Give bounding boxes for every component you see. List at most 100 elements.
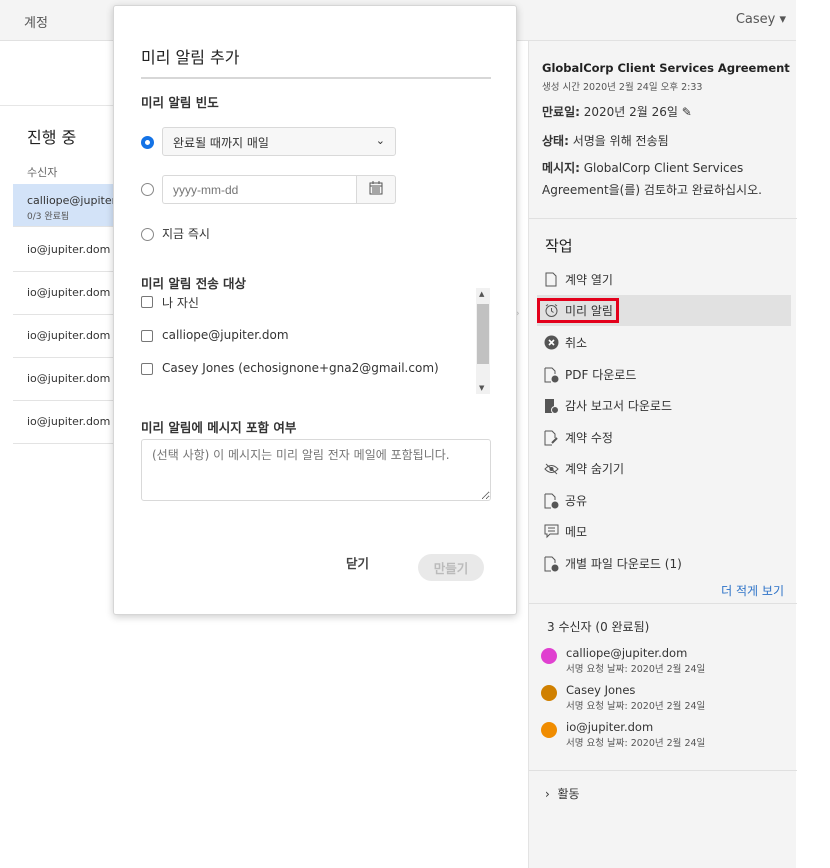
avatar xyxy=(541,685,557,701)
checkbox-self[interactable] xyxy=(141,296,153,308)
pencil-icon[interactable]: ✎ xyxy=(682,105,692,119)
scroll-up-icon[interactable]: ▲ xyxy=(479,290,484,298)
task-open-agreement[interactable]: 계약 열기 xyxy=(537,264,791,295)
list-item[interactable]: io@jupiter.dom xyxy=(13,272,113,315)
recipient-item[interactable]: Casey Jones 서명 요청 날짜: 2020년 2월 24일 xyxy=(541,683,705,712)
task-label: 계약 열기 xyxy=(565,273,613,287)
chevron-down-icon: ⌄ xyxy=(375,134,385,147)
task-reminder[interactable]: 미리 알림 xyxy=(537,295,791,326)
task-label: 미리 알림 xyxy=(565,304,613,318)
list-item-name: io@jupiter.dom xyxy=(27,286,111,299)
checkbox-label: calliope@jupiter.dom xyxy=(162,328,289,342)
task-share[interactable]: 공유 xyxy=(537,485,791,516)
divider xyxy=(141,77,491,79)
task-pdf-download[interactable]: PDF 다운로드 xyxy=(537,359,791,390)
scroll-thumb[interactable] xyxy=(477,304,489,364)
message-heading: 미리 알림에 메시지 포함 여부 xyxy=(141,420,297,435)
recipient-name: io@jupiter.dom xyxy=(566,720,654,734)
calendar-button[interactable] xyxy=(356,175,396,204)
checkbox-calliope[interactable] xyxy=(141,330,153,342)
add-reminder-dialog: 미리 알림 추가 미리 알림 빈도 완료될 때까지 매일 ⌄ 지금 즉시 미리 알… xyxy=(113,5,517,615)
recipient-name: calliope@jupiter.dom xyxy=(566,646,688,660)
task-file-download[interactable]: 개별 파일 다운로드 (1) xyxy=(537,548,791,579)
list-item[interactable]: io@jupiter.dom xyxy=(13,229,113,272)
frequency-value: 완료될 때까지 매일 xyxy=(173,136,269,150)
task-label: 개별 파일 다운로드 (1) xyxy=(565,557,682,571)
list-item[interactable]: calliope@jupiter.dom 0/3 완료됨 xyxy=(13,184,113,227)
checkbox-casey[interactable] xyxy=(141,363,153,375)
task-label: 공유 xyxy=(565,494,588,508)
agreement-title: GlobalCorp Client Services Agreement xyxy=(542,61,790,75)
list-item[interactable]: io@jupiter.dom xyxy=(13,358,113,401)
recipient-date: 서명 요청 날짜: 2020년 2월 24일 xyxy=(566,738,706,749)
status-row: 상태: 서명을 위해 전송됨 xyxy=(542,130,794,152)
task-note[interactable]: 메모 xyxy=(537,516,791,547)
recipient-date: 서명 요청 날짜: 2020년 2월 24일 xyxy=(566,664,706,675)
list-item-name: calliope@jupiter.dom xyxy=(27,194,113,207)
activity-label: 활동 xyxy=(557,787,580,801)
list-item-name: io@jupiter.dom xyxy=(27,415,111,428)
created-date: 생성 시간 2020년 2월 24일 오후 2:33 xyxy=(542,82,703,93)
task-label: 메모 xyxy=(565,525,588,539)
avatar xyxy=(541,722,557,738)
now-option-label: 지금 즉시 xyxy=(162,227,210,241)
recipient-item[interactable]: calliope@jupiter.dom 서명 요청 날짜: 2020년 2월 2… xyxy=(541,646,705,675)
dialog-title: 미리 알림 추가 xyxy=(141,48,240,67)
task-audit-report[interactable]: 감사 보고서 다운로드 xyxy=(537,390,791,421)
frequency-heading: 미리 알림 빈도 xyxy=(141,95,219,110)
document-icon xyxy=(543,272,559,288)
task-modify-agreement[interactable]: 계약 수정 xyxy=(537,422,791,453)
note-comment-icon xyxy=(543,524,559,540)
expiry-label: 만료일: xyxy=(542,105,580,119)
frequency-select[interactable]: 완료될 때까지 매일 ⌄ xyxy=(162,127,396,156)
status-label: 상태: xyxy=(542,134,569,148)
account-link[interactable]: 계정 xyxy=(24,12,48,31)
task-hide-agreement[interactable]: 계약 숨기기 xyxy=(537,453,791,484)
scroll-down-icon[interactable]: ▼ xyxy=(479,384,484,392)
section-title: 진행 중 xyxy=(27,128,77,147)
user-menu[interactable]: Casey ▾ xyxy=(736,12,786,27)
cancel-circle-icon xyxy=(543,335,559,351)
tasks-heading: 작업 xyxy=(545,237,573,255)
expiry-value: 2020년 2월 26일 xyxy=(583,105,678,119)
list-item-status: 0/3 완료됨 xyxy=(27,212,70,222)
avatar xyxy=(541,648,557,664)
audit-report-icon xyxy=(543,398,559,414)
calendar-icon xyxy=(369,181,383,198)
list-item[interactable]: io@jupiter.dom xyxy=(13,315,113,358)
close-button[interactable]: 닫기 xyxy=(346,553,369,572)
expiry-row: 만료일: 2020년 2월 26일 ✎ xyxy=(542,101,794,123)
alarm-clock-icon xyxy=(543,303,559,319)
highlight-box: 미리 알림 xyxy=(537,298,619,323)
column-header-recipient[interactable]: 수신자 xyxy=(27,164,57,180)
task-label: 감사 보고서 다운로드 xyxy=(565,399,672,413)
task-label: PDF 다운로드 xyxy=(565,368,637,382)
create-button[interactable]: 만들기 xyxy=(418,554,484,581)
message-row: 메시지: GlobalCorp Client Services Agreemen… xyxy=(542,157,794,201)
radio-date[interactable] xyxy=(141,183,154,196)
show-less-link[interactable]: 더 적게 보기 xyxy=(721,582,784,599)
activity-toggle[interactable]: › 활동 xyxy=(545,785,580,802)
date-input[interactable] xyxy=(162,175,356,204)
divider xyxy=(529,603,797,604)
edit-document-icon xyxy=(543,430,559,446)
task-label: 취소 xyxy=(565,336,588,350)
radio-frequency-select[interactable] xyxy=(141,136,154,149)
task-cancel[interactable]: 취소 xyxy=(537,327,791,358)
details-panel: GlobalCorp Client Services Agreement 생성 … xyxy=(528,41,797,868)
message-textarea[interactable] xyxy=(141,439,491,501)
task-label: 계약 숨기기 xyxy=(565,462,625,476)
recipients-scrollbar[interactable]: ▲ ▼ xyxy=(476,288,490,394)
checkbox-label: 나 자신 xyxy=(162,296,199,310)
user-name: Casey xyxy=(735,12,776,27)
hide-eye-icon xyxy=(543,461,559,477)
list-item-name: io@jupiter.dom xyxy=(27,243,111,256)
divider xyxy=(0,105,113,106)
caret-down-icon: ▾ xyxy=(779,12,786,27)
radio-now[interactable] xyxy=(141,228,154,241)
divider xyxy=(529,218,797,219)
list-item-name: io@jupiter.dom xyxy=(27,329,111,342)
list-item[interactable]: io@jupiter.dom xyxy=(13,401,113,444)
recipient-item[interactable]: io@jupiter.dom 서명 요청 날짜: 2020년 2월 24일 xyxy=(541,720,705,749)
recipients-heading: 미리 알림 전송 대상 xyxy=(141,276,247,291)
